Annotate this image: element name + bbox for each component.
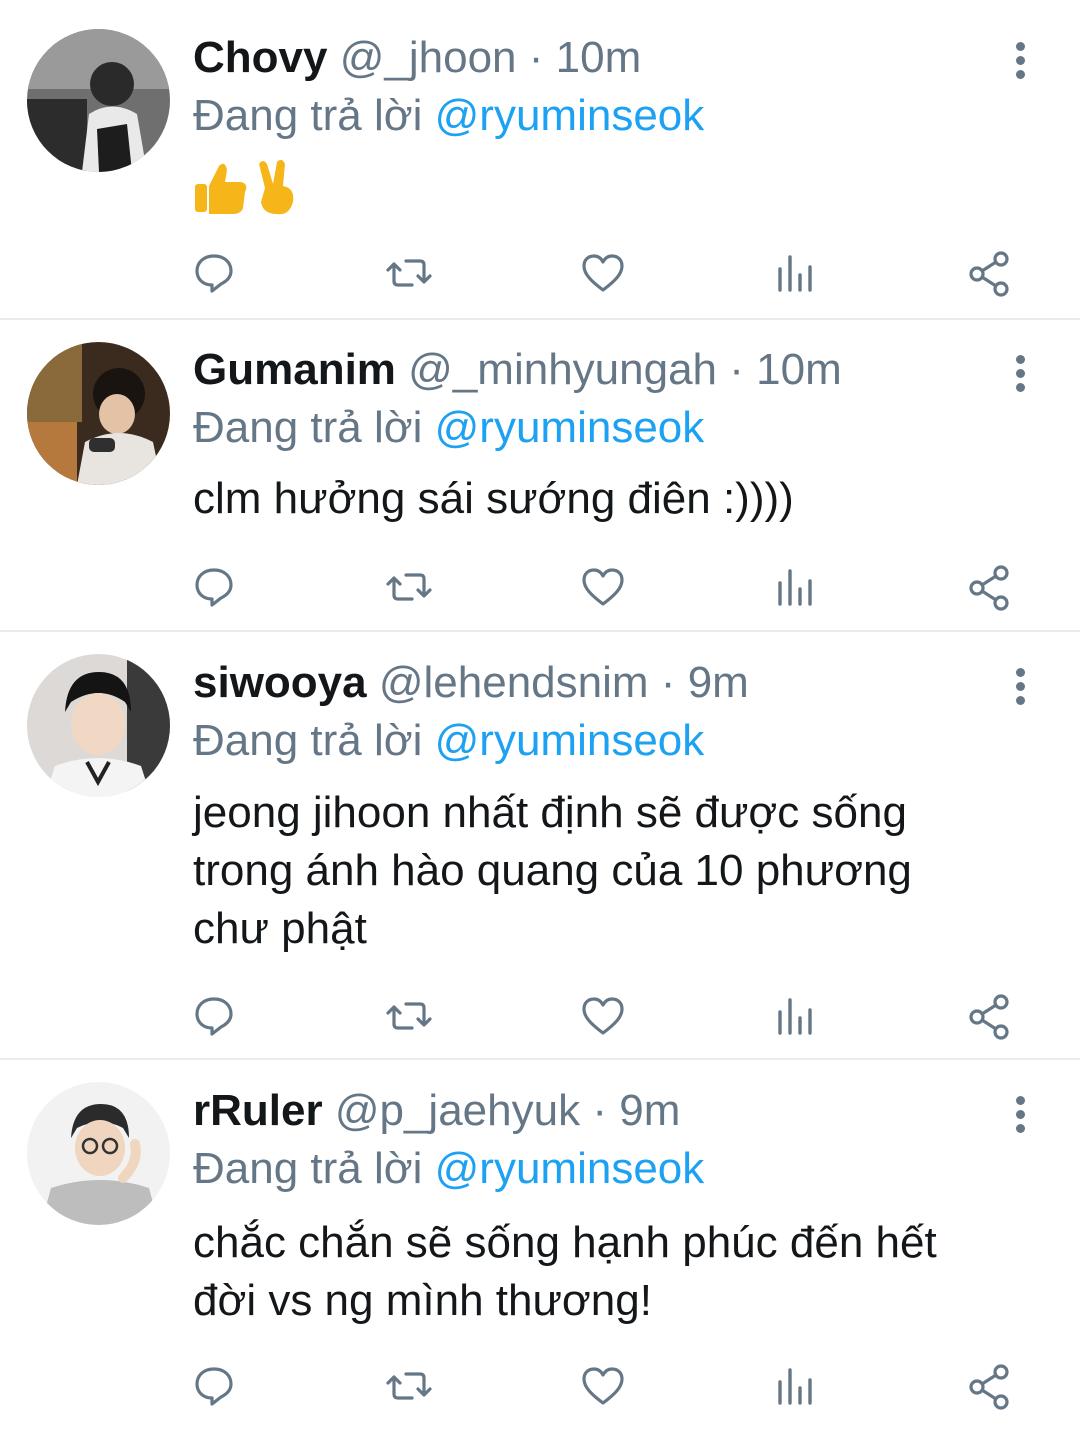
more-options-icon[interactable] [1008, 38, 1032, 88]
avatar[interactable] [27, 1082, 170, 1225]
tweet-header: siwooya @lehendsnim · 9m [193, 655, 749, 711]
user-handle[interactable]: @_jhoon [340, 33, 517, 82]
mention-link[interactable]: @ryuminseok [435, 716, 705, 765]
reply-prefix: Đang trả lời [193, 91, 423, 140]
tweet-body: clm hưởng sái sướng điên :)))) [193, 470, 1033, 528]
more-options-icon[interactable] [1008, 664, 1032, 714]
tweet-body [193, 158, 313, 223]
share-icon[interactable] [960, 243, 1020, 303]
tweet-actions [0, 243, 1080, 303]
analytics-icon[interactable] [766, 1356, 826, 1416]
user-handle[interactable]: @p_jaehyuk [335, 1086, 580, 1135]
user-handle[interactable]: @lehendsnim [379, 658, 649, 707]
tweet[interactable]: siwooya @lehendsnim · 9m Đang trả lời @r… [0, 632, 1080, 1058]
tweet-actions [0, 557, 1080, 617]
tweet-header: Gumanim @_minhyungah · 10m [193, 342, 842, 398]
retweet-icon[interactable] [379, 243, 439, 303]
tweet-text-line: clm hưởng sái sướng điên :)))) [193, 474, 794, 523]
reply-prefix: Đang trả lời [193, 1144, 423, 1193]
mention-link[interactable]: @ryuminseok [435, 1144, 705, 1193]
tweet[interactable]: Gumanim @_minhyungah · 10m Đang trả lời … [0, 320, 1080, 630]
timestamp[interactable]: 10m [556, 33, 642, 82]
reply-prefix: Đang trả lời [193, 716, 423, 765]
reply-icon[interactable] [184, 986, 244, 1046]
retweet-icon[interactable] [379, 557, 439, 617]
more-options-icon[interactable] [1008, 1092, 1032, 1142]
avatar[interactable] [27, 29, 170, 172]
tweet-text-line: trong ánh hào quang của 10 phương [193, 846, 912, 895]
separator: · [660, 658, 676, 707]
reply-context: Đang trả lời @ryuminseok [193, 1141, 704, 1197]
victory-hand-icon [259, 159, 294, 215]
display-name[interactable]: rRuler [193, 1086, 323, 1135]
reply-context: Đang trả lời @ryuminseok [193, 713, 704, 769]
reply-icon[interactable] [184, 1356, 244, 1416]
tweet-text-line: chắc chắn sẽ sống hạnh phúc đến hết [193, 1218, 937, 1267]
display-name[interactable]: Gumanim [193, 345, 396, 394]
tweet-header: rRuler @p_jaehyuk · 9m [193, 1083, 680, 1139]
like-icon[interactable] [573, 557, 633, 617]
share-icon[interactable] [960, 1356, 1020, 1416]
tweet[interactable]: Chovy @_jhoon · 10m Đang trả lời @ryumin… [0, 0, 1080, 318]
like-icon[interactable] [573, 1356, 633, 1416]
avatar[interactable] [27, 342, 170, 485]
analytics-icon[interactable] [766, 986, 826, 1046]
reply-icon[interactable] [184, 557, 244, 617]
analytics-icon[interactable] [766, 243, 826, 303]
reply-icon[interactable] [184, 243, 244, 303]
separator: · [592, 1086, 607, 1135]
more-options-icon[interactable] [1008, 351, 1032, 401]
separator: · [729, 345, 744, 394]
tweet-body: jeong jihoon nhất định sẽ được sống tron… [193, 784, 1033, 958]
timestamp[interactable]: 10m [756, 345, 842, 394]
mention-link[interactable]: @ryuminseok [435, 91, 705, 140]
tweet-actions [0, 986, 1080, 1046]
tweet-body: chắc chắn sẽ sống hạnh phúc đến hết đời … [193, 1214, 1033, 1330]
display-name[interactable]: Chovy [193, 33, 327, 82]
analytics-icon[interactable] [766, 557, 826, 617]
tweet-header: Chovy @_jhoon · 10m [193, 30, 641, 86]
retweet-icon[interactable] [379, 1356, 439, 1416]
thumbs-up-icon [195, 163, 247, 214]
timestamp[interactable]: 9m [619, 1086, 680, 1135]
reply-context: Đang trả lời @ryuminseok [193, 88, 704, 144]
tweet-text-line: chư phật [193, 904, 367, 953]
tweet-text-line: đời vs ng mình thương! [193, 1276, 652, 1325]
separator: · [528, 33, 544, 82]
tweet-actions [0, 1356, 1080, 1416]
tweet[interactable]: rRuler @p_jaehyuk · 9m Đang trả lời @ryu… [0, 1060, 1080, 1429]
like-icon[interactable] [573, 243, 633, 303]
avatar[interactable] [27, 654, 170, 797]
display-name[interactable]: siwooya [193, 658, 367, 707]
share-icon[interactable] [960, 557, 1020, 617]
retweet-icon[interactable] [379, 986, 439, 1046]
like-icon[interactable] [573, 986, 633, 1046]
mention-link[interactable]: @ryuminseok [435, 403, 705, 452]
share-icon[interactable] [960, 986, 1020, 1046]
user-handle[interactable]: @_minhyungah [408, 345, 717, 394]
reply-prefix: Đang trả lời [193, 403, 423, 452]
reply-context: Đang trả lời @ryuminseok [193, 400, 704, 456]
timestamp[interactable]: 9m [688, 658, 749, 707]
tweet-text-line: jeong jihoon nhất định sẽ được sống [193, 788, 907, 837]
